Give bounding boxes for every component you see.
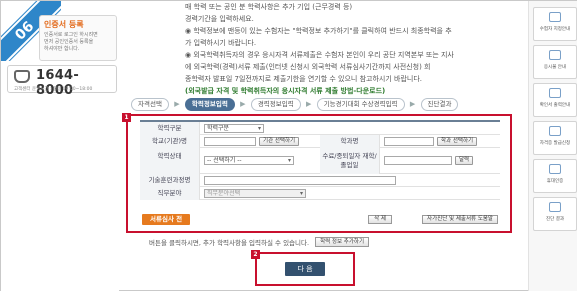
- hint-text: 버튼을 클릭하시면, 추가 학력사항을 입력하실 수 있습니다.: [149, 239, 310, 247]
- add-education-button[interactable]: 학력 정보 추가하기: [315, 237, 370, 247]
- note-line: ◉ 외국학력취득자의 경우 응시자격 서류제출은 수험자 본인이 우리 공단 지…: [185, 51, 454, 59]
- quick-menu-label: 수험자 지정안내: [539, 27, 571, 32]
- next-button[interactable]: 다 음: [285, 262, 325, 276]
- form-row: 학교(기관)명 기관 선택하기 학과명 학과 선택하기: [140, 134, 500, 148]
- certificate-line: 인증서로 로그인 하시려면: [44, 32, 98, 38]
- training-label: 기술훈련과정명: [140, 173, 200, 187]
- major-input[interactable]: [384, 136, 434, 146]
- job-field-select[interactable]: 직무분야선택: [204, 188, 306, 198]
- service-hours: 고객센터 운영시간 : 평일 09:00~18:00: [14, 87, 93, 92]
- quick-menu-item[interactable]: 응시불 안내: [533, 45, 577, 79]
- note-line: 경력기간을 입력하세요.: [185, 15, 254, 23]
- school-cell: 기관 선택하기: [200, 135, 320, 148]
- document-icon: [549, 12, 561, 22]
- callout-badge: 2: [251, 250, 260, 259]
- note-line: 종학력자 발표일 7일전까지로 제출기한을 연기할 수 있으니 참고하시기 바랍…: [185, 75, 422, 83]
- certificate-title: 인증서 등록: [44, 20, 84, 29]
- main-content: 매 학력 또는 공인 분 학력사항은 추가 기입 (근무경력 등) 경력기간을 …: [121, 1, 526, 291]
- job-field-label: 직무분야: [140, 186, 200, 200]
- right-quick-menu: 수험자 지정안내 응시불 안내 확인서 출력안내 자격증 발급신청 휴대인증 진…: [528, 1, 577, 291]
- education-form: 학력구분 학력구분 학교(기관)명 기관 선택하기 학과명: [140, 120, 500, 200]
- form-row: 직무분야 직무분야선택: [140, 186, 500, 200]
- result-icon: [549, 202, 561, 212]
- mobile-icon: [549, 164, 561, 174]
- tab-education[interactable]: 학력정보입력: [184, 97, 235, 111]
- certificate-line: 먼저 공인인증서 등록을: [44, 39, 94, 45]
- education-form-highlight: 1 학력구분 학력구분 학교(기관)명 기관 선택하기: [122, 113, 512, 233]
- major-cell: 학과 선택하기: [380, 135, 500, 148]
- note-line: 에 외국학력(경력)서류 제출(인터넷 신청시 외국학력 서류심사기간까지 사전…: [185, 63, 431, 71]
- document-icon: [549, 50, 561, 60]
- school-input[interactable]: [204, 136, 256, 146]
- callout-badge: 1: [122, 113, 131, 122]
- select-major-button[interactable]: 학과 선택하기: [437, 136, 478, 146]
- quick-menu-item[interactable]: 자격증 발급신청: [533, 121, 577, 155]
- date-input[interactable]: [384, 156, 452, 165]
- status-select[interactable]: -- 선택하기 --: [204, 156, 294, 165]
- job-field-cell: 직무분야선택: [200, 187, 500, 200]
- calendar-button[interactable]: 달력: [455, 156, 474, 165]
- quick-menu-label: 자격증 발급신청: [539, 141, 571, 146]
- printer-icon: [549, 88, 561, 98]
- quick-menu-label: 응시불 안내: [543, 65, 567, 70]
- form-row: 학력구분 학력구분: [140, 121, 500, 135]
- certificate-register-box[interactable]: 인증서 등록 인증서로 로그인 하시려면 먼저 공인인증서 등록을 하셔야만 합…: [39, 15, 117, 61]
- training-input[interactable]: [204, 175, 396, 185]
- phone-icon: [14, 70, 30, 83]
- training-cell: [200, 174, 500, 187]
- download-link[interactable]: (외국발급 자격 및 학력취득자의 응시자격 서류 제출 방법-다운로드): [185, 85, 515, 97]
- form-row: 학력상태 -- 선택하기 -- 수료/중퇴일자 재학/졸업일 달력: [140, 147, 500, 174]
- school-label: 학교(기관)명: [140, 134, 200, 148]
- step-tabs: 자격선택 ▶ 학력정보입력 ▶ 경력정보입력 ▶ 기능경기대회 수상경력입력 ▶…: [131, 97, 521, 111]
- edu-type-label: 학력구분: [140, 121, 200, 135]
- arrow-right-icon: ▶: [409, 100, 416, 108]
- tab-career[interactable]: 경력정보입력: [250, 97, 301, 111]
- half-cell: 학교(기관)명 기관 선택하기: [140, 134, 320, 148]
- quick-menu-item[interactable]: 확인서 출력안내: [533, 83, 577, 117]
- customer-center-box: 1644-8000 고객센터 운영시간 : 평일 09:00~18:00: [7, 65, 117, 98]
- arrow-right-icon: ▶: [240, 100, 246, 108]
- half-cell: 학력상태 -- 선택하기 --: [140, 147, 320, 174]
- instruction-notes: 매 학력 또는 공인 분 학력사항은 추가 기입 (근무경력 등) 경력기간을 …: [185, 1, 515, 97]
- quick-menu-item[interactable]: 휴대인증: [533, 159, 577, 193]
- major-label: 학과명: [320, 134, 380, 148]
- edu-type-cell: 학력구분: [200, 122, 500, 135]
- arrow-right-icon: ▶: [174, 100, 180, 108]
- form-actions: 서류심사 전 삭 제 자가진단 및 제출서류 도움말: [140, 214, 500, 225]
- help-button[interactable]: 자가진단 및 제출서류 도움말: [422, 215, 498, 224]
- select-institution-button[interactable]: 기관 선택하기: [259, 136, 300, 146]
- add-education-hint: 버튼을 클릭하시면, 추가 학력사항을 입력하실 수 있습니다. 학력 정보 추…: [149, 236, 521, 248]
- certificate-icon: [549, 126, 561, 136]
- tab-skills-competition[interactable]: 기능경기대회 수상경력입력: [316, 97, 405, 111]
- note-line: 가 입력하시기 바랍니다.: [185, 39, 257, 47]
- next-button-highlight: 2 다 음: [251, 250, 355, 286]
- document-review-button[interactable]: 서류심사 전: [142, 214, 191, 225]
- tab-qualification[interactable]: 자격선택: [131, 97, 169, 111]
- certificate-line: 하셔야만 합니다.: [44, 46, 80, 52]
- arrow-right-icon: ▶: [306, 100, 312, 108]
- note-line: ◉ 학력정보에 맨등이 있는 수험자는 "학력정보 추가하기"를 클릭하여 반드…: [185, 27, 452, 35]
- note-line: 매 학력 또는 공인 분 학력사항은 추가 기입 (근무경력 등): [185, 3, 353, 11]
- edu-type-select[interactable]: 학력구분: [204, 123, 264, 133]
- quick-menu-label: 확인서 출력안내: [539, 103, 571, 108]
- form-row: 기술훈련과정명: [140, 173, 500, 187]
- quick-menu-item[interactable]: 수험자 지정안내: [533, 7, 577, 41]
- date-label: 수료/중퇴일자 재학/졸업일: [320, 147, 380, 174]
- half-cell: 학과명 학과 선택하기: [320, 134, 500, 148]
- half-cell: 수료/중퇴일자 재학/졸업일 달력: [320, 147, 500, 174]
- status-cell: -- 선택하기 --: [200, 148, 320, 174]
- tab-diagnosis-result[interactable]: 진단결과: [420, 97, 459, 111]
- status-label: 학력상태: [140, 147, 200, 174]
- quick-menu-label: 진단 결과: [546, 217, 564, 222]
- left-sidebar: STEP 06 인증서 등록 인증서로 로그인 하시려면 먼저 공인인증서 등록…: [1, 1, 119, 291]
- date-cell: 달력: [380, 148, 500, 174]
- delete-button[interactable]: 삭 제: [368, 215, 392, 224]
- quick-menu-label: 휴대인증: [546, 179, 564, 184]
- phone-number: 1644-8000: [36, 68, 80, 98]
- quick-menu-item[interactable]: 진단 결과: [533, 197, 577, 231]
- application-window: STEP 06 인증서 등록 인증서로 로그인 하시려면 먼저 공인인증서 등록…: [0, 0, 577, 291]
